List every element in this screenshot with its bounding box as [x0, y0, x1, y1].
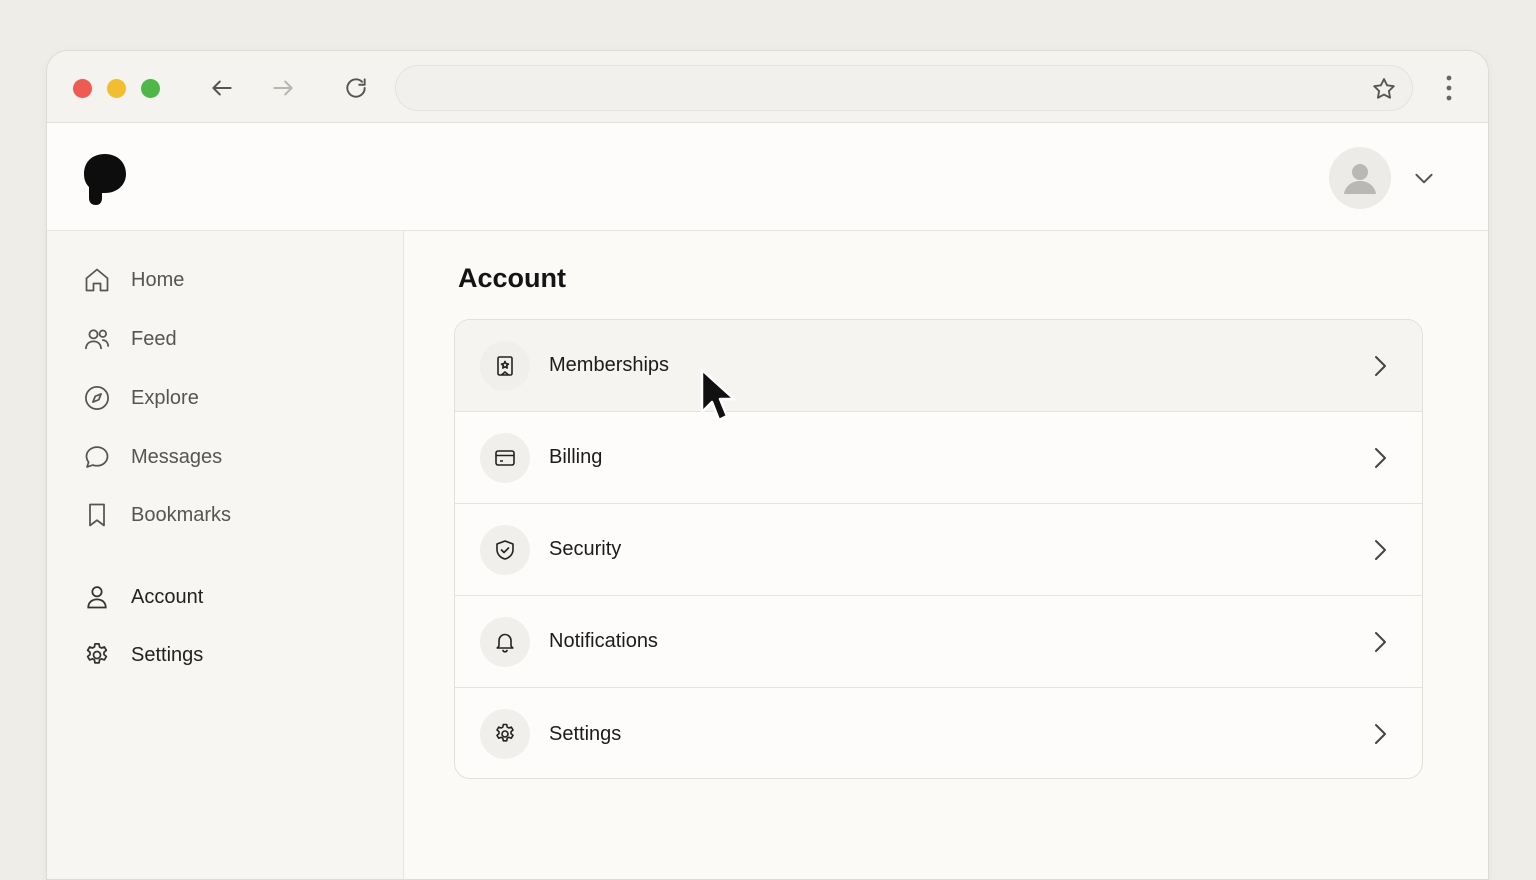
account-settings-list: Memberships Billing Security Notificatio…: [454, 319, 1423, 779]
gear-icon: [86, 643, 108, 664]
chevron-right-icon: [1375, 356, 1386, 376]
main-content: Account Memberships Billing Security Not…: [405, 231, 1488, 879]
sidebar-item-feed[interactable]: Feed: [83, 321, 177, 357]
bell-icon: [496, 633, 514, 653]
sidebar-item-label: Home: [131, 268, 185, 291]
row-label: Security: [549, 538, 622, 560]
browser-toolbar: [47, 51, 1488, 123]
row-icon-wrap: [480, 709, 530, 759]
reload-button[interactable]: [341, 73, 371, 103]
browser-window: Home Feed Explore Messages Bookmarks Acc…: [46, 50, 1489, 880]
chevron-down-icon[interactable]: [1411, 165, 1437, 191]
sidebar-item-messages[interactable]: Messages: [83, 439, 222, 475]
sidebar-item-label: Settings: [131, 643, 204, 666]
forward-button[interactable]: [268, 73, 298, 103]
app-header: [47, 123, 1488, 231]
sidebar-item-account[interactable]: Account: [83, 579, 203, 615]
chevron-right-icon: [1375, 724, 1386, 744]
sidebar-item-home[interactable]: Home: [83, 262, 184, 298]
row-icon-wrap: [480, 340, 530, 391]
memberships-row[interactable]: Memberships: [455, 320, 1422, 412]
maximize-window-button[interactable]: [141, 79, 160, 98]
sidebar-item-label: Feed: [131, 327, 177, 350]
row-label: Billing: [549, 446, 603, 468]
sidebar-item-bookmarks[interactable]: Bookmarks: [83, 497, 231, 533]
minimize-window-button[interactable]: [107, 79, 126, 98]
browser-menu-button[interactable]: [1437, 73, 1461, 103]
kebab-menu-icon: [1446, 75, 1452, 101]
row-icon-wrap: [480, 432, 530, 483]
reload-icon: [346, 78, 366, 98]
settings-row[interactable]: Settings: [455, 688, 1422, 778]
row-label: Settings: [549, 722, 622, 745]
user-avatar-icon: [1344, 164, 1376, 194]
credit-card-icon: [495, 449, 515, 466]
row-icon-wrap: [480, 616, 530, 667]
sidebar-item-explore[interactable]: Explore: [83, 380, 199, 416]
forward-arrow-icon: [273, 80, 293, 96]
page-title: Account: [458, 263, 566, 293]
star-icon[interactable]: [1370, 75, 1398, 103]
notifications-row[interactable]: Notifications: [455, 596, 1422, 688]
compass-icon: [85, 386, 109, 410]
users-icon: [85, 329, 110, 350]
user-avatar[interactable]: [1329, 147, 1391, 209]
gear-icon: [496, 723, 514, 742]
billing-row[interactable]: Billing: [455, 412, 1422, 504]
chevron-right-icon: [1375, 448, 1386, 468]
bookmark-icon: [89, 503, 105, 527]
back-arrow-icon: [212, 80, 232, 96]
membership-badge-icon: [497, 355, 513, 376]
chevron-right-icon: [1375, 540, 1386, 560]
sidebar-item-label: Messages: [131, 445, 223, 468]
close-window-button[interactable]: [73, 79, 92, 98]
brand-logo[interactable]: [83, 153, 127, 205]
sidebar-item-label: Explore: [131, 386, 199, 409]
sidebar-item-settings[interactable]: Settings: [83, 637, 203, 673]
shield-icon: [496, 539, 514, 560]
row-label: Notifications: [549, 630, 658, 652]
user-icon: [87, 586, 107, 609]
row-icon-wrap: [480, 524, 530, 575]
sidebar-item-label: Bookmarks: [131, 503, 232, 526]
sidebar: Home Feed Explore Messages Bookmarks Acc…: [47, 231, 404, 879]
address-bar[interactable]: [395, 65, 1413, 111]
home-icon: [85, 268, 109, 292]
row-label: Memberships: [549, 354, 670, 376]
chat-bubble-icon: [85, 446, 109, 468]
sidebar-item-label: Account: [131, 585, 204, 608]
security-row[interactable]: Security: [455, 504, 1422, 596]
back-button[interactable]: [207, 73, 237, 103]
chevron-right-icon: [1375, 632, 1386, 652]
